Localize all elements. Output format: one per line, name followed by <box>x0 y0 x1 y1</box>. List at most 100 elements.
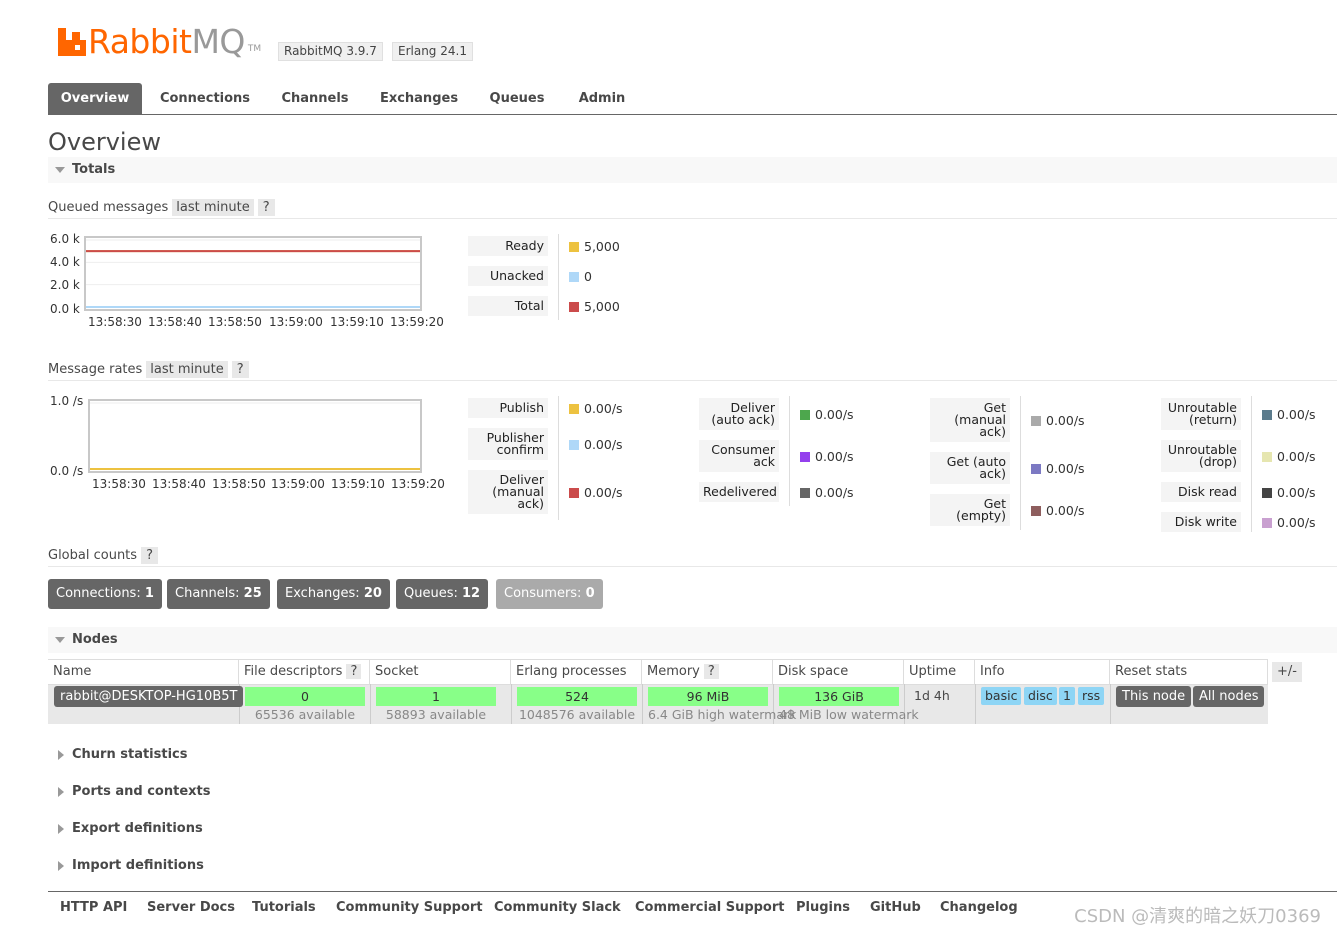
rates-chart-svg <box>90 402 420 470</box>
legend-get-manual-ack: Get (manual ack) <box>930 398 1010 442</box>
import-definitions-section[interactable]: Import definitions <box>72 858 204 873</box>
swatch-icon <box>1031 416 1041 426</box>
legend-unacked: Unacked <box>468 266 548 286</box>
footer-link-http-api[interactable]: HTTP API <box>60 900 127 915</box>
footer-link-community-slack[interactable]: Community Slack <box>494 900 621 915</box>
help-button[interactable]: ? <box>346 664 362 679</box>
range-selector[interactable]: last minute <box>172 199 254 216</box>
help-button[interactable]: ? <box>257 199 275 216</box>
fd-usage-bar: 0 <box>245 687 365 706</box>
reset-this-node-button[interactable]: This node <box>1116 686 1192 707</box>
footer-link-changelog[interactable]: Changelog <box>940 900 1018 915</box>
legend-value: 0.00/s <box>800 449 854 464</box>
queued-chart-svg <box>86 239 420 308</box>
queues-count-button[interactable]: Queues: 12 <box>396 579 489 609</box>
legend-get-empty: Get (empty) <box>930 494 1010 526</box>
expand-triangle-icon <box>58 824 64 834</box>
y-tick-label: 0.0 /s <box>50 464 84 478</box>
col-memory: Memory? <box>642 660 773 684</box>
x-tick-label: 13:59:10 <box>331 477 385 491</box>
consumers-count-button[interactable]: Consumers: 0 <box>496 579 603 609</box>
tab-channels[interactable]: Channels <box>274 83 356 115</box>
y-tick-label: 1.0 /s <box>50 394 84 408</box>
nodes-section-header[interactable]: Nodes <box>48 627 1337 653</box>
channels-count-button[interactable]: Channels: 25 <box>167 579 270 609</box>
x-tick-label: 13:59:20 <box>390 315 444 329</box>
churn-statistics-section[interactable]: Churn statistics <box>72 747 188 762</box>
y-tick-label: 2.0 k <box>50 278 80 292</box>
nodes-title: Nodes <box>72 632 118 647</box>
info-tag-disc[interactable]: disc <box>1024 687 1057 705</box>
y-tick-label: 4.0 k <box>50 255 80 269</box>
ports-and-contexts-section[interactable]: Ports and contexts <box>72 784 210 799</box>
swatch-icon <box>800 488 810 498</box>
collapse-triangle-icon <box>55 167 65 173</box>
logo-trademark: TM <box>247 44 262 54</box>
info-tag-basic[interactable]: basic <box>981 687 1022 705</box>
column-divider <box>975 684 976 724</box>
swatch-icon <box>1031 506 1041 516</box>
legend-disk-read: Disk read <box>1161 482 1241 502</box>
queued-messages-title: Queued messages <box>48 200 169 215</box>
swatch-icon <box>569 404 579 414</box>
tab-admin[interactable]: Admin <box>572 83 632 115</box>
col-name: Name <box>48 660 239 684</box>
info-tag-rss[interactable]: rss <box>1078 687 1105 705</box>
legend-value: 0.00/s <box>1031 413 1085 428</box>
legend-separator <box>558 396 559 520</box>
y-tick-label: 6.0 k <box>50 232 80 246</box>
tab-overview[interactable]: Overview <box>48 83 142 115</box>
process-available: 1048576 available <box>518 707 636 722</box>
message-rates-label: Message rates last minute? <box>48 361 249 378</box>
divider <box>48 380 1337 381</box>
swatch-icon <box>1262 488 1272 498</box>
queued-messages-chart <box>84 236 422 311</box>
x-tick-label: 13:58:40 <box>148 315 202 329</box>
legend-deliver-auto-ack: Deliver (auto ack) <box>699 398 779 430</box>
divider <box>48 218 1337 219</box>
tab-queues[interactable]: Queues <box>484 83 550 115</box>
y-tick-label: 0.0 k <box>50 302 80 316</box>
export-definitions-section[interactable]: Export definitions <box>72 821 203 836</box>
tab-connections[interactable]: Connections <box>158 83 252 115</box>
memory-usage-bar: 96 MiB <box>648 687 768 706</box>
column-divider <box>1110 684 1111 724</box>
legend-value: 0.00/s <box>800 407 854 422</box>
fd-available: 65536 available <box>254 707 356 722</box>
legend-separator <box>558 234 559 320</box>
connections-count-button[interactable]: Connections: 1 <box>48 579 162 609</box>
x-tick-label: 13:59:00 <box>271 477 325 491</box>
footer-link-community-support[interactable]: Community Support <box>336 900 483 915</box>
legend-consumer-ack: Consumer ack <box>699 440 779 472</box>
tab-exchanges[interactable]: Exchanges <box>376 83 462 115</box>
legend-separator <box>789 396 790 506</box>
x-tick-label: 13:58:50 <box>212 477 266 491</box>
legend-total: Total <box>468 296 548 316</box>
footer-link-server-docs[interactable]: Server Docs <box>147 900 235 915</box>
footer-link-tutorials[interactable]: Tutorials <box>252 900 316 915</box>
col-info: Info <box>975 660 1110 684</box>
legend-value: 0.00/s <box>1031 503 1085 518</box>
footer-link-github[interactable]: GitHub <box>870 900 921 915</box>
help-button[interactable]: ? <box>231 361 249 378</box>
legend-unroutable-drop: Unroutable (drop) <box>1161 440 1241 472</box>
column-divider <box>511 684 512 724</box>
global-counts-label: Global counts? <box>48 547 158 564</box>
help-button[interactable]: ? <box>141 547 158 564</box>
legend-value: 0.00/s <box>1262 515 1316 530</box>
col-file-descriptors: File descriptors? <box>239 660 370 684</box>
columns-toggle-button[interactable]: +/- <box>1272 662 1302 682</box>
range-selector[interactable]: last minute <box>146 361 228 378</box>
footer-link-commercial-support[interactable]: Commercial Support <box>635 900 785 915</box>
process-usage-bar: 524 <box>517 687 637 706</box>
info-tag-count[interactable]: 1 <box>1059 687 1075 705</box>
legend-value: 0.00/s <box>569 401 623 416</box>
swatch-icon <box>1262 518 1272 528</box>
help-button[interactable]: ? <box>703 664 719 679</box>
footer-link-plugins[interactable]: Plugins <box>796 900 850 915</box>
exchanges-count-button[interactable]: Exchanges: 20 <box>277 579 390 609</box>
reset-all-nodes-button[interactable]: All nodes <box>1193 686 1265 707</box>
uptime-value: 1d 4h <box>914 688 950 703</box>
totals-section-header[interactable]: Totals <box>48 157 1337 183</box>
node-name-link[interactable]: rabbit@DESKTOP-HG10B5T <box>54 686 244 707</box>
